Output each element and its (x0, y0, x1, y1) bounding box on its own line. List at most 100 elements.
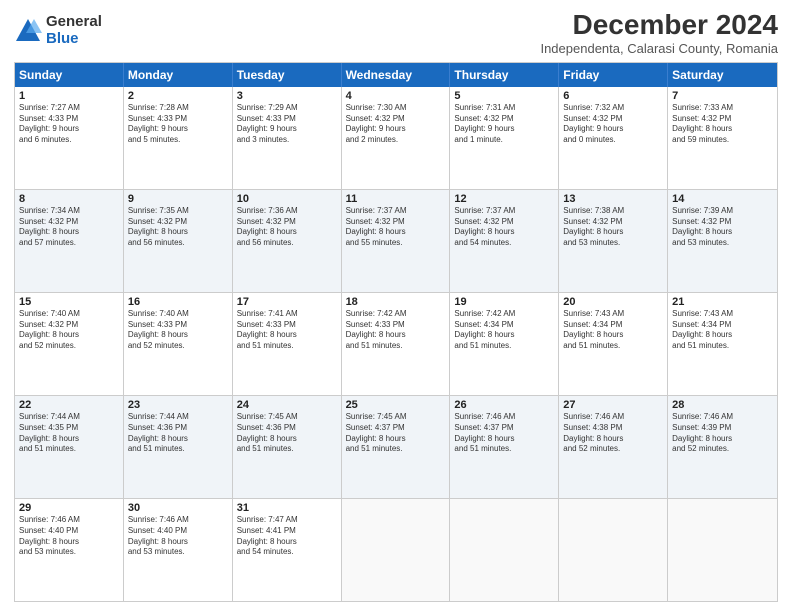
day-number: 11 (346, 193, 446, 205)
title-block: December 2024 Independenta, Calarasi Cou… (540, 10, 778, 56)
cell-text: Sunrise: 7:46 AM Sunset: 4:40 PM Dayligh… (128, 515, 228, 558)
cell-text: Sunrise: 7:39 AM Sunset: 4:32 PM Dayligh… (672, 206, 773, 249)
header: General Blue December 2024 Independenta,… (14, 10, 778, 56)
cell-text: Sunrise: 7:34 AM Sunset: 4:32 PM Dayligh… (19, 206, 119, 249)
cal-header-cell: Tuesday (233, 63, 342, 87)
day-number: 4 (346, 90, 446, 102)
cal-cell: 20Sunrise: 7:43 AM Sunset: 4:34 PM Dayli… (559, 293, 668, 395)
day-number: 21 (672, 296, 773, 308)
logo-icon (14, 17, 42, 45)
cal-header-cell: Saturday (668, 63, 777, 87)
cal-cell: 18Sunrise: 7:42 AM Sunset: 4:33 PM Dayli… (342, 293, 451, 395)
cal-cell: 28Sunrise: 7:46 AM Sunset: 4:39 PM Dayli… (668, 396, 777, 498)
cell-text: Sunrise: 7:28 AM Sunset: 4:33 PM Dayligh… (128, 103, 228, 146)
main-title: December 2024 (540, 10, 778, 41)
day-number: 10 (237, 193, 337, 205)
cell-text: Sunrise: 7:35 AM Sunset: 4:32 PM Dayligh… (128, 206, 228, 249)
logo-general: General (46, 14, 102, 31)
cal-header-cell: Friday (559, 63, 668, 87)
day-number: 3 (237, 90, 337, 102)
cal-cell: 14Sunrise: 7:39 AM Sunset: 4:32 PM Dayli… (668, 190, 777, 292)
day-number: 7 (672, 90, 773, 102)
cell-text: Sunrise: 7:43 AM Sunset: 4:34 PM Dayligh… (563, 309, 663, 352)
cell-text: Sunrise: 7:42 AM Sunset: 4:34 PM Dayligh… (454, 309, 554, 352)
cal-cell: 4Sunrise: 7:30 AM Sunset: 4:32 PM Daylig… (342, 87, 451, 189)
day-number: 26 (454, 399, 554, 411)
cal-cell: 2Sunrise: 7:28 AM Sunset: 4:33 PM Daylig… (124, 87, 233, 189)
day-number: 20 (563, 296, 663, 308)
day-number: 22 (19, 399, 119, 411)
cal-cell: 1Sunrise: 7:27 AM Sunset: 4:33 PM Daylig… (15, 87, 124, 189)
cal-header-cell: Thursday (450, 63, 559, 87)
cell-text: Sunrise: 7:32 AM Sunset: 4:32 PM Dayligh… (563, 103, 663, 146)
cell-text: Sunrise: 7:27 AM Sunset: 4:33 PM Dayligh… (19, 103, 119, 146)
cell-text: Sunrise: 7:31 AM Sunset: 4:32 PM Dayligh… (454, 103, 554, 146)
cal-cell: 21Sunrise: 7:43 AM Sunset: 4:34 PM Dayli… (668, 293, 777, 395)
day-number: 19 (454, 296, 554, 308)
logo: General Blue (14, 14, 102, 47)
cell-text: Sunrise: 7:46 AM Sunset: 4:39 PM Dayligh… (672, 412, 773, 455)
page: General Blue December 2024 Independenta,… (0, 0, 792, 612)
cell-text: Sunrise: 7:40 AM Sunset: 4:32 PM Dayligh… (19, 309, 119, 352)
cal-cell-empty (342, 499, 451, 601)
logo-blue: Blue (46, 31, 102, 48)
cal-cell-empty (450, 499, 559, 601)
day-number: 18 (346, 296, 446, 308)
day-number: 8 (19, 193, 119, 205)
cal-cell-empty (559, 499, 668, 601)
day-number: 31 (237, 502, 337, 514)
cal-cell: 19Sunrise: 7:42 AM Sunset: 4:34 PM Dayli… (450, 293, 559, 395)
day-number: 16 (128, 296, 228, 308)
cal-header-cell: Wednesday (342, 63, 451, 87)
logo-text: General Blue (46, 14, 102, 47)
cell-text: Sunrise: 7:46 AM Sunset: 4:38 PM Dayligh… (563, 412, 663, 455)
day-number: 5 (454, 90, 554, 102)
cal-cell: 13Sunrise: 7:38 AM Sunset: 4:32 PM Dayli… (559, 190, 668, 292)
cell-text: Sunrise: 7:47 AM Sunset: 4:41 PM Dayligh… (237, 515, 337, 558)
day-number: 13 (563, 193, 663, 205)
cal-cell: 23Sunrise: 7:44 AM Sunset: 4:36 PM Dayli… (124, 396, 233, 498)
day-number: 15 (19, 296, 119, 308)
cell-text: Sunrise: 7:44 AM Sunset: 4:36 PM Dayligh… (128, 412, 228, 455)
cal-cell: 24Sunrise: 7:45 AM Sunset: 4:36 PM Dayli… (233, 396, 342, 498)
day-number: 2 (128, 90, 228, 102)
cell-text: Sunrise: 7:42 AM Sunset: 4:33 PM Dayligh… (346, 309, 446, 352)
cell-text: Sunrise: 7:46 AM Sunset: 4:40 PM Dayligh… (19, 515, 119, 558)
cal-cell: 8Sunrise: 7:34 AM Sunset: 4:32 PM Daylig… (15, 190, 124, 292)
cal-cell-empty (668, 499, 777, 601)
cal-cell: 12Sunrise: 7:37 AM Sunset: 4:32 PM Dayli… (450, 190, 559, 292)
calendar-row: 8Sunrise: 7:34 AM Sunset: 4:32 PM Daylig… (15, 189, 777, 292)
cell-text: Sunrise: 7:30 AM Sunset: 4:32 PM Dayligh… (346, 103, 446, 146)
cell-text: Sunrise: 7:45 AM Sunset: 4:36 PM Dayligh… (237, 412, 337, 455)
cal-cell: 16Sunrise: 7:40 AM Sunset: 4:33 PM Dayli… (124, 293, 233, 395)
cell-text: Sunrise: 7:37 AM Sunset: 4:32 PM Dayligh… (346, 206, 446, 249)
cal-cell: 3Sunrise: 7:29 AM Sunset: 4:33 PM Daylig… (233, 87, 342, 189)
calendar-row: 29Sunrise: 7:46 AM Sunset: 4:40 PM Dayli… (15, 498, 777, 601)
cell-text: Sunrise: 7:33 AM Sunset: 4:32 PM Dayligh… (672, 103, 773, 146)
cal-cell: 9Sunrise: 7:35 AM Sunset: 4:32 PM Daylig… (124, 190, 233, 292)
cal-cell: 5Sunrise: 7:31 AM Sunset: 4:32 PM Daylig… (450, 87, 559, 189)
day-number: 17 (237, 296, 337, 308)
day-number: 1 (19, 90, 119, 102)
cal-cell: 7Sunrise: 7:33 AM Sunset: 4:32 PM Daylig… (668, 87, 777, 189)
cal-cell: 29Sunrise: 7:46 AM Sunset: 4:40 PM Dayli… (15, 499, 124, 601)
day-number: 12 (454, 193, 554, 205)
cell-text: Sunrise: 7:43 AM Sunset: 4:34 PM Dayligh… (672, 309, 773, 352)
cell-text: Sunrise: 7:45 AM Sunset: 4:37 PM Dayligh… (346, 412, 446, 455)
day-number: 6 (563, 90, 663, 102)
calendar-body: 1Sunrise: 7:27 AM Sunset: 4:33 PM Daylig… (15, 87, 777, 601)
day-number: 30 (128, 502, 228, 514)
cal-cell: 30Sunrise: 7:46 AM Sunset: 4:40 PM Dayli… (124, 499, 233, 601)
cal-cell: 27Sunrise: 7:46 AM Sunset: 4:38 PM Dayli… (559, 396, 668, 498)
cell-text: Sunrise: 7:29 AM Sunset: 4:33 PM Dayligh… (237, 103, 337, 146)
calendar-row: 22Sunrise: 7:44 AM Sunset: 4:35 PM Dayli… (15, 395, 777, 498)
day-number: 28 (672, 399, 773, 411)
cal-cell: 15Sunrise: 7:40 AM Sunset: 4:32 PM Dayli… (15, 293, 124, 395)
cal-cell: 17Sunrise: 7:41 AM Sunset: 4:33 PM Dayli… (233, 293, 342, 395)
subtitle: Independenta, Calarasi County, Romania (540, 41, 778, 56)
cal-cell: 31Sunrise: 7:47 AM Sunset: 4:41 PM Dayli… (233, 499, 342, 601)
cal-header-cell: Monday (124, 63, 233, 87)
cal-cell: 25Sunrise: 7:45 AM Sunset: 4:37 PM Dayli… (342, 396, 451, 498)
calendar: SundayMondayTuesdayWednesdayThursdayFrid… (14, 62, 778, 602)
cal-cell: 22Sunrise: 7:44 AM Sunset: 4:35 PM Dayli… (15, 396, 124, 498)
